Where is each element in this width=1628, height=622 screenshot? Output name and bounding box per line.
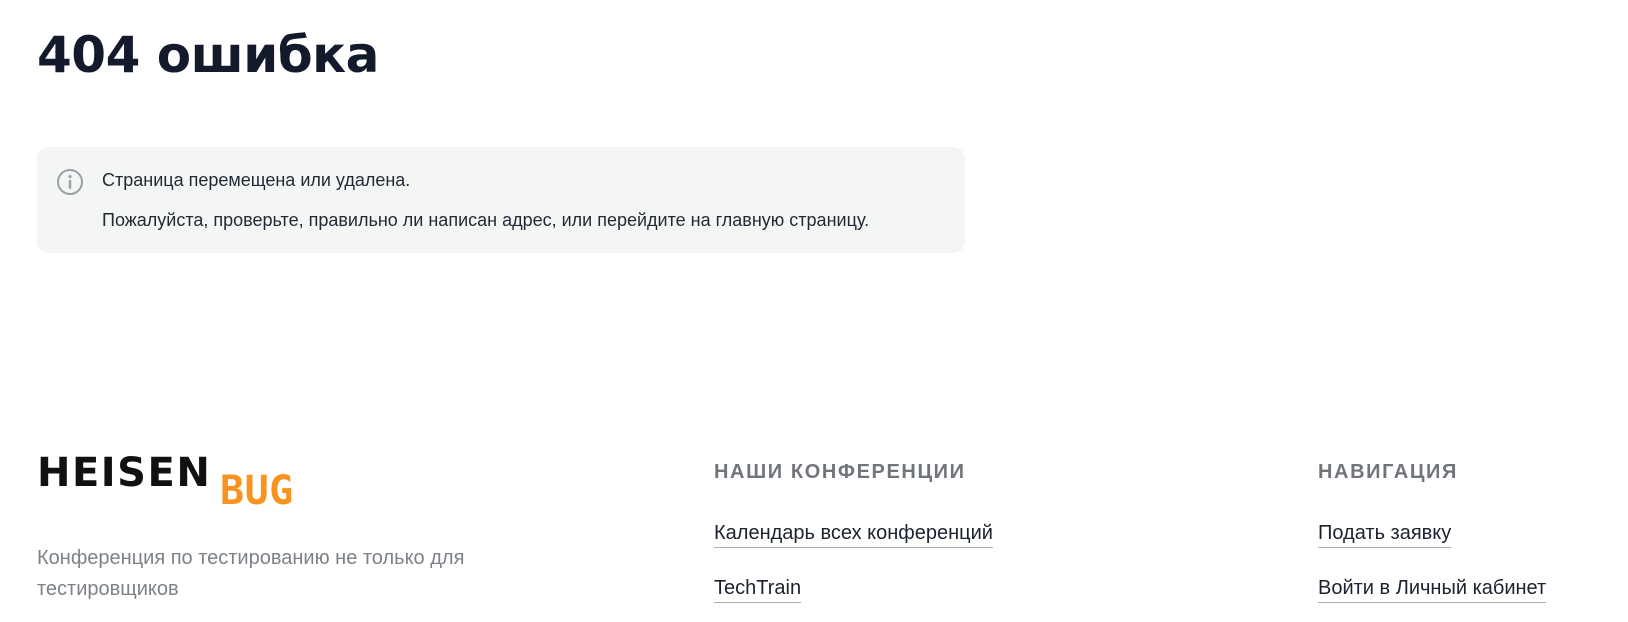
conference-calendar-link[interactable]: Календарь всех конференций <box>714 520 993 548</box>
info-icon <box>57 169 83 195</box>
page-title: 404 ошибка <box>37 26 379 84</box>
submit-application-link[interactable]: Подать заявку <box>1318 520 1452 548</box>
notice-hint: Пожалуйста, проверьте, правильно ли напи… <box>102 210 870 230</box>
notice-message: Страница перемещена или удалена. <box>102 170 411 190</box>
error-notice: Страница перемещена или удалена. Пожалуй… <box>37 147 965 253</box>
heisenbug-logo[interactable]: HEISEN BUG <box>37 452 321 508</box>
navigation-heading: НАВИГАЦИЯ <box>1318 461 1458 483</box>
personal-account-link[interactable]: Войти в Личный кабинет <box>1318 575 1547 603</box>
logo-text-accent: BUG <box>220 468 294 508</box>
logo-text-primary: HEISEN <box>37 452 211 496</box>
techtrain-link[interactable]: TechTrain <box>714 575 802 603</box>
conferences-heading: НАШИ КОНФЕРЕНЦИИ <box>714 461 966 483</box>
footer-tagline: Конференция по тестированию не только дл… <box>37 547 465 600</box>
